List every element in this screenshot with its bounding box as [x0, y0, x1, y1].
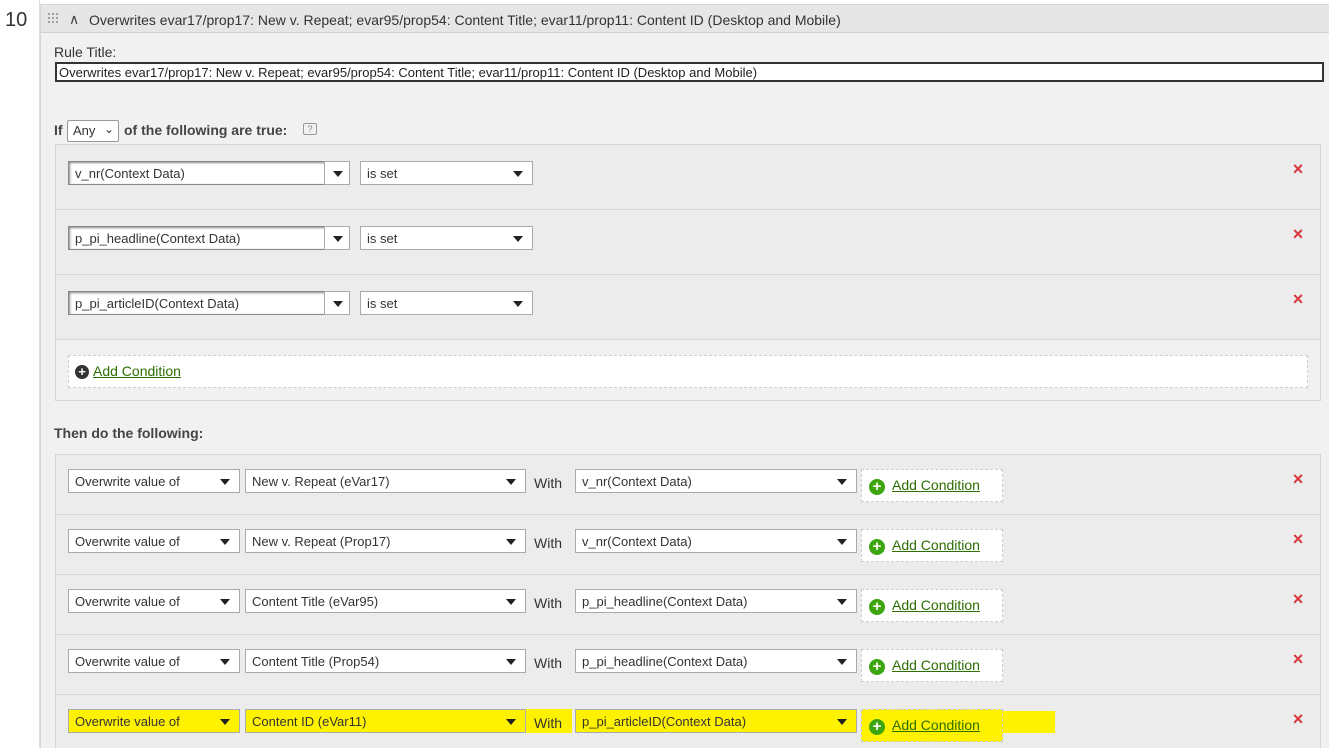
- condition-operator-select[interactable]: is set: [360, 291, 533, 315]
- action-target-select[interactable]: Content ID (eVar11): [245, 709, 526, 733]
- action-target-select[interactable]: Content Title (eVar95): [245, 589, 526, 613]
- with-label: With: [534, 655, 562, 671]
- actions-list: Overwrite value of New v. Repeat (eVar17…: [55, 454, 1321, 748]
- action-type-select[interactable]: Overwrite value of: [68, 649, 240, 673]
- if-prefix: If: [54, 122, 63, 138]
- action-target-select[interactable]: New v. Repeat (eVar17): [245, 469, 526, 493]
- rule-number: 10: [5, 9, 28, 31]
- action-row: Overwrite value of Content Title (eVar95…: [56, 575, 1320, 635]
- add-condition-link[interactable]: Add Condition: [892, 657, 980, 673]
- close-icon[interactable]: ×: [1290, 290, 1306, 308]
- add-condition-container: + Add Condition: [861, 469, 1003, 502]
- action-type-select[interactable]: Overwrite value of: [68, 469, 240, 493]
- add-condition-container: + Add Condition: [861, 589, 1003, 622]
- condition-row: p_pi_headline(Context Data) is set ×: [56, 210, 1320, 275]
- condition-variable-input[interactable]: v_nr(Context Data): [68, 161, 326, 185]
- rule-number-column: 10: [0, 0, 40, 748]
- rule-panel: ∧ Overwrites evar17/prop17: New v. Repea…: [40, 4, 1329, 748]
- chevron-down-icon: ⌄: [103, 122, 114, 136]
- close-icon[interactable]: ×: [1290, 160, 1306, 178]
- action-type-select[interactable]: Overwrite value of: [68, 709, 240, 733]
- plus-circle-green-icon[interactable]: +: [869, 599, 885, 615]
- rule-title-input[interactable]: [55, 62, 1324, 82]
- close-icon[interactable]: ×: [1290, 710, 1306, 728]
- drag-handle-icon[interactable]: [47, 12, 59, 24]
- action-source-select[interactable]: v_nr(Context Data): [575, 529, 857, 553]
- caret-down-icon[interactable]: [324, 291, 350, 315]
- add-condition-link[interactable]: Add Condition: [892, 477, 980, 493]
- caret-down-icon[interactable]: [324, 161, 350, 185]
- match-mode-value: Any: [73, 123, 96, 138]
- conditions-list: v_nr(Context Data) is set × p_pi_headlin…: [55, 144, 1321, 401]
- action-source-select[interactable]: p_pi_articleID(Context Data): [575, 709, 857, 733]
- with-label: With: [534, 715, 562, 731]
- add-condition-container: + Add Condition: [861, 649, 1003, 682]
- if-suffix: of the following are true:: [124, 122, 288, 138]
- with-label: With: [534, 595, 562, 611]
- action-row-highlighted: Overwrite value of Content ID (eVar11) W…: [56, 695, 1320, 748]
- add-condition-container: + Add Condition: [861, 709, 1003, 742]
- action-target-select[interactable]: Content Title (Prop54): [245, 649, 526, 673]
- close-icon[interactable]: ×: [1290, 225, 1306, 243]
- action-source-select[interactable]: p_pi_headline(Context Data): [575, 649, 857, 673]
- plus-circle-green-icon[interactable]: +: [869, 659, 885, 675]
- chevron-up-icon[interactable]: ∧: [69, 11, 79, 28]
- with-label: With: [534, 535, 562, 551]
- plus-circle-green-icon[interactable]: +: [869, 479, 885, 495]
- actions-heading: Then do the following:: [54, 425, 204, 441]
- add-condition-link[interactable]: Add Condition: [892, 597, 980, 613]
- condition-variable-input[interactable]: p_pi_headline(Context Data): [68, 226, 326, 250]
- plus-circle-green-icon[interactable]: +: [869, 719, 885, 735]
- add-condition-link[interactable]: Add Condition: [892, 717, 980, 733]
- action-source-select[interactable]: v_nr(Context Data): [575, 469, 857, 493]
- condition-operator-select[interactable]: is set: [360, 161, 533, 185]
- rule-title-label: Rule Title:: [54, 44, 117, 60]
- add-condition-link[interactable]: Add Condition: [892, 537, 980, 553]
- action-type-select[interactable]: Overwrite value of: [68, 529, 240, 553]
- condition-operator-select[interactable]: is set: [360, 226, 533, 250]
- action-target-select[interactable]: New v. Repeat (Prop17): [245, 529, 526, 553]
- action-row: Overwrite value of New v. Repeat (eVar17…: [56, 455, 1320, 515]
- close-icon[interactable]: ×: [1290, 650, 1306, 668]
- action-type-select[interactable]: Overwrite value of: [68, 589, 240, 613]
- add-condition-container: + Add Condition: [861, 529, 1003, 562]
- with-label: With: [534, 475, 562, 491]
- condition-row: v_nr(Context Data) is set ×: [56, 145, 1320, 210]
- close-icon[interactable]: ×: [1290, 470, 1306, 488]
- plus-circle-green-icon[interactable]: +: [869, 539, 885, 555]
- rule-header[interactable]: ∧ Overwrites evar17/prop17: New v. Repea…: [41, 5, 1329, 33]
- condition-row: p_pi_articleID(Context Data) is set ×: [56, 275, 1320, 340]
- add-condition-container: + Add Condition: [68, 355, 1308, 388]
- action-row: Overwrite value of Content Title (Prop54…: [56, 635, 1320, 695]
- help-icon[interactable]: ?: [303, 123, 317, 135]
- close-icon[interactable]: ×: [1290, 590, 1306, 608]
- close-icon[interactable]: ×: [1290, 530, 1306, 548]
- match-mode-select[interactable]: Any ⌄: [67, 120, 119, 142]
- caret-down-icon[interactable]: [324, 226, 350, 250]
- plus-circle-icon[interactable]: +: [75, 365, 89, 379]
- condition-variable-input[interactable]: p_pi_articleID(Context Data): [68, 291, 326, 315]
- action-row: Overwrite value of New v. Repeat (Prop17…: [56, 515, 1320, 575]
- rule-header-title: Overwrites evar17/prop17: New v. Repeat;…: [89, 12, 841, 28]
- highlight-strip: [1003, 711, 1055, 733]
- action-source-select[interactable]: p_pi_headline(Context Data): [575, 589, 857, 613]
- add-condition-link[interactable]: Add Condition: [93, 363, 181, 379]
